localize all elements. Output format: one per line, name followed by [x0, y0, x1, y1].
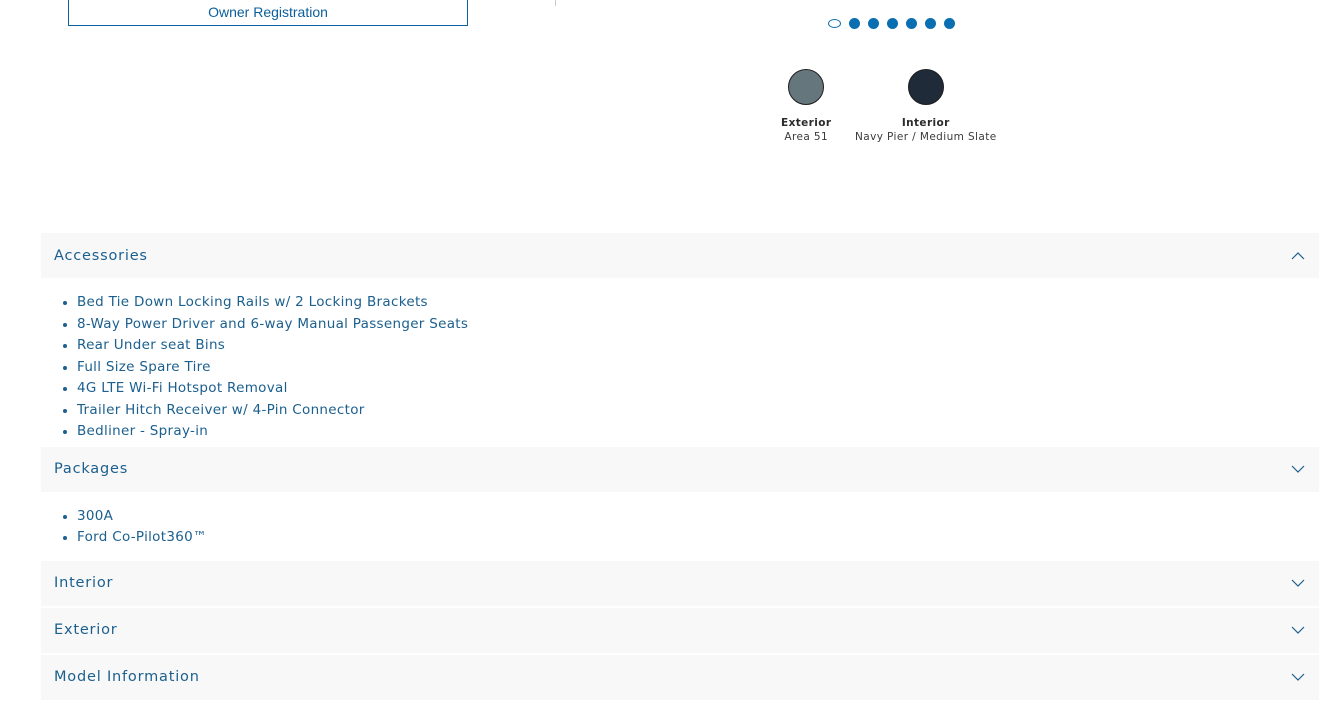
accordion-title: Accessories [54, 247, 148, 264]
accordion-panel-packages: 300A Ford Co-Pilot360™ [41, 492, 1319, 553]
features-accordion: Accessories Bed Tie Down Locking Rails w… [41, 233, 1319, 700]
exterior-color-swatch [788, 69, 825, 105]
list-item: Bedliner - Spray-in [77, 421, 1319, 443]
interior-color: Interior Navy Pier / Medium Slate [855, 69, 997, 143]
exterior-color-value: Area 51 [784, 131, 829, 143]
chevron-down-icon [1291, 465, 1305, 473]
accordion-header-exterior[interactable]: Exterior [41, 607, 1319, 653]
accordion-panel-accessories: Bed Tie Down Locking Rails w/ 2 Locking … [41, 278, 1319, 447]
carousel-dot-4[interactable] [887, 18, 898, 29]
accordion-title: Exterior [54, 622, 118, 638]
list-item: 4G LTE Wi-Fi Hotspot Removal [77, 378, 1319, 400]
interior-color-title: Interior [901, 117, 950, 129]
chevron-up-icon [1291, 251, 1305, 259]
carousel-dot-5[interactable] [906, 18, 917, 29]
accordion-header-accessories[interactable]: Accessories [41, 233, 1319, 278]
list-item: Bed Tie Down Locking Rails w/ 2 Locking … [77, 292, 1319, 314]
exterior-color: Exterior Area 51 [781, 69, 831, 143]
interior-color-swatch [907, 69, 944, 105]
chevron-down-icon [1291, 626, 1305, 634]
vehicle-details-page: Owner Registration Exterior Area 51 Inte… [0, 0, 1331, 714]
list-item: 8-Way Power Driver and 6-way Manual Pass… [77, 314, 1319, 336]
carousel-dot-7[interactable] [944, 18, 955, 29]
chevron-down-icon [1291, 673, 1305, 681]
list-item: 300A [77, 506, 1319, 528]
list-item: Ford Co-Pilot360™ [77, 527, 1319, 549]
carousel-pagination [828, 18, 955, 29]
list-item: Trailer Hitch Receiver w/ 4-Pin Connecto… [77, 400, 1319, 422]
list-item: Rear Under seat Bins [77, 335, 1319, 357]
carousel-dot-2[interactable] [849, 18, 860, 29]
carousel-dot-3[interactable] [868, 18, 879, 29]
accordion-header-interior[interactable]: Interior [41, 560, 1319, 606]
interior-color-value: Navy Pier / Medium Slate [855, 131, 997, 143]
accordion-title: Model Information [54, 669, 200, 685]
divider [555, 0, 556, 6]
list-item: Full Size Spare Tire [77, 357, 1319, 379]
accordion-header-model-information[interactable]: Model Information [41, 654, 1319, 700]
accordion-title: Packages [54, 461, 129, 477]
accordion-header-packages[interactable]: Packages [41, 446, 1319, 492]
chevron-down-icon [1291, 579, 1305, 587]
carousel-dot-6[interactable] [925, 18, 936, 29]
owner-registration-button[interactable]: Owner Registration [68, 0, 468, 26]
accordion-title: Interior [54, 575, 114, 591]
exterior-color-title: Exterior [781, 117, 832, 129]
carousel-dot-1[interactable] [828, 19, 841, 28]
